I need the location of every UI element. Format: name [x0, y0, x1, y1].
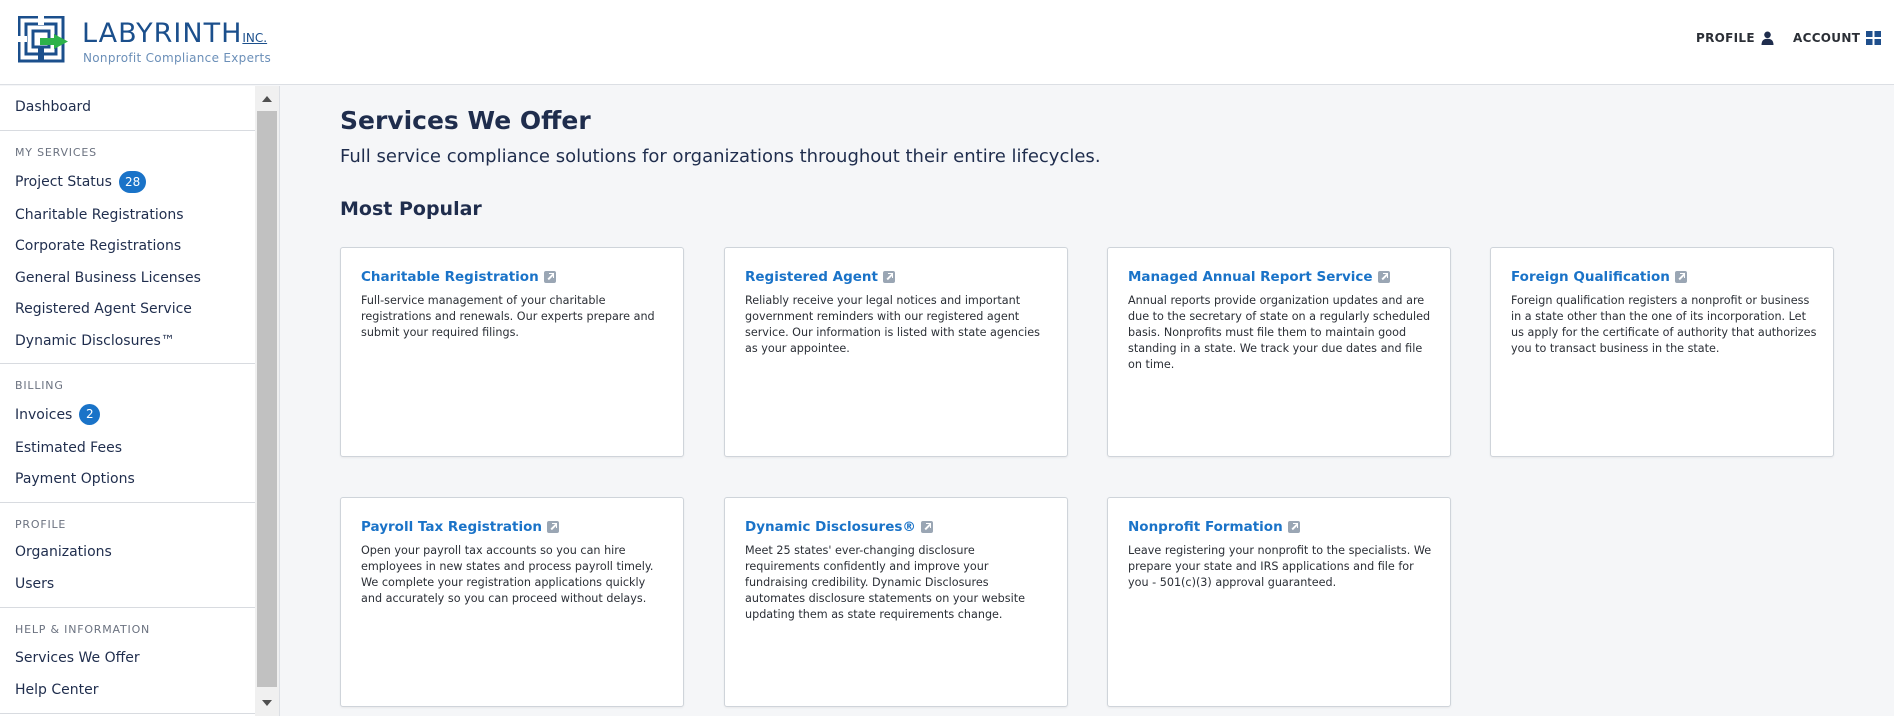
sidebar-item-label: Dynamic Disclosures™	[15, 333, 175, 349]
sidebar-item-project-status[interactable]: Project Status 28	[15, 171, 147, 193]
section-title-most-popular: Most Popular	[340, 198, 482, 220]
card-description: Meet 25 states' ever-changing disclosure…	[745, 544, 1025, 621]
sidebar-item-payment-options[interactable]: Payment Options	[15, 471, 135, 487]
sidebar-scrollbar-thumb[interactable]	[257, 111, 277, 687]
service-card-registered-agent[interactable]: Registered Agent Reliably receive your l…	[724, 247, 1068, 457]
sidebar-item-label: Invoices	[15, 406, 73, 423]
service-card-charitable-registration[interactable]: Charitable Registration Full-service man…	[340, 247, 684, 457]
card-title-link[interactable]: Dynamic Disclosures®	[745, 519, 933, 535]
external-link-icon	[1377, 271, 1390, 283]
service-card-managed-annual-report[interactable]: Managed Annual Report Service Annual rep…	[1107, 247, 1451, 457]
sidebar-scrollbar[interactable]	[255, 86, 279, 716]
card-title-link[interactable]: Payroll Tax Registration	[361, 519, 559, 535]
service-card-dynamic-disclosures[interactable]: Dynamic Disclosures® Meet 25 states' eve…	[724, 497, 1068, 707]
card-description: Full-service management of your charitab…	[361, 294, 655, 339]
sidebar-divider	[0, 502, 255, 503]
sidebar-item-corporate-registrations[interactable]: Corporate Registrations	[15, 238, 181, 254]
sidebar-item-label: Users	[15, 576, 55, 592]
sidebar-item-label: Services We Offer	[15, 650, 140, 666]
scroll-up-arrow-icon[interactable]	[262, 96, 272, 102]
external-link-icon	[920, 521, 933, 533]
sidebar-item-help-center[interactable]: Help Center	[15, 682, 99, 698]
top-header: LABYRINTHINC. Nonprofit Compliance Exper…	[0, 0, 1894, 85]
external-link-icon	[546, 521, 559, 533]
sidebar-item-dashboard[interactable]: Dashboard	[15, 99, 91, 115]
sidebar-item-registered-agent-service[interactable]: Registered Agent Service	[15, 301, 192, 317]
sidebar: Dashboard MY SERVICES Project Status 28 …	[0, 86, 280, 716]
external-link-icon	[543, 271, 556, 283]
sidebar-item-general-business-licenses[interactable]: General Business Licenses	[15, 270, 201, 286]
card-title-link[interactable]: Nonprofit Formation	[1128, 519, 1300, 535]
external-link-icon	[1674, 271, 1687, 283]
sidebar-item-label: Organizations	[15, 544, 112, 560]
card-title: Registered Agent	[745, 269, 878, 285]
grid-icon	[1866, 31, 1882, 45]
labyrinth-logo-icon	[18, 16, 68, 63]
card-title: Payroll Tax Registration	[361, 519, 542, 535]
card-title-link[interactable]: Registered Agent	[745, 269, 895, 285]
card-description: Open your payroll tax accounts so you ca…	[361, 544, 654, 605]
card-title: Managed Annual Report Service	[1128, 269, 1373, 285]
service-card-nonprofit-formation[interactable]: Nonprofit Formation Leave registering yo…	[1107, 497, 1451, 707]
card-title: Charitable Registration	[361, 269, 539, 285]
service-card-payroll-tax-registration[interactable]: Payroll Tax Registration Open your payro…	[340, 497, 684, 707]
account-label: ACCOUNT	[1793, 31, 1861, 45]
service-card-foreign-qualification[interactable]: Foreign Qualification Foreign qualificat…	[1490, 247, 1834, 457]
page-subtitle: Full service compliance solutions for or…	[340, 146, 1101, 167]
sidebar-item-services-we-offer[interactable]: Services We Offer	[15, 650, 140, 666]
card-title-link[interactable]: Foreign Qualification	[1511, 269, 1687, 285]
logo-wordmark: LABYRINTHINC.	[82, 18, 268, 49]
sidebar-item-label: Project Status	[15, 174, 112, 190]
invoices-count-badge: 2	[79, 404, 101, 425]
sidebar-item-invoices[interactable]: Invoices 2	[15, 404, 101, 425]
profile-menu-button[interactable]: PROFILE	[1696, 31, 1774, 45]
sidebar-heading-billing: BILLING	[15, 379, 64, 392]
sidebar-item-label: Corporate Registrations	[15, 238, 182, 254]
page-title: Services We Offer	[340, 106, 591, 135]
sidebar-divider	[0, 130, 255, 131]
sidebar-divider	[0, 713, 255, 714]
sidebar-item-organizations[interactable]: Organizations	[15, 544, 112, 560]
external-link-icon	[1287, 521, 1300, 533]
project-status-count-badge: 28	[118, 171, 147, 193]
card-title: Dynamic Disclosures®	[745, 519, 916, 535]
sidebar-divider	[0, 363, 255, 364]
scroll-down-arrow-icon[interactable]	[262, 700, 272, 706]
card-title-link[interactable]: Managed Annual Report Service	[1128, 269, 1390, 285]
sidebar-item-charitable-registrations[interactable]: Charitable Registrations	[15, 207, 184, 223]
sidebar-heading-my-services: MY SERVICES	[15, 146, 97, 159]
sidebar-item-users[interactable]: Users	[15, 576, 54, 592]
profile-label: PROFILE	[1696, 31, 1755, 45]
logo-tagline: Nonprofit Compliance Experts	[83, 51, 272, 65]
user-icon	[1761, 31, 1774, 45]
sidebar-item-estimated-fees[interactable]: Estimated Fees	[15, 440, 122, 456]
card-description: Foreign qualification registers a nonpro…	[1511, 294, 1817, 355]
sidebar-item-dynamic-disclosures[interactable]: Dynamic Disclosures™	[15, 333, 175, 349]
account-menu-button[interactable]: ACCOUNT	[1793, 31, 1882, 45]
external-link-icon	[883, 271, 895, 283]
logo-inc: INC.	[242, 31, 268, 45]
sidebar-item-label: Dashboard	[15, 99, 91, 115]
sidebar-item-label: Help Center	[15, 682, 99, 698]
sidebar-item-label: Estimated Fees	[15, 440, 122, 456]
card-title: Nonprofit Formation	[1128, 519, 1283, 535]
sidebar-item-label: Payment Options	[15, 471, 135, 487]
card-description: Reliably receive your legal notices and …	[745, 294, 1040, 355]
labyrinth-logo[interactable]: LABYRINTHINC. Nonprofit Compliance Exper…	[18, 16, 278, 70]
sidebar-item-label: Charitable Registrations	[15, 207, 184, 223]
sidebar-item-label: Registered Agent Service	[15, 301, 192, 317]
card-description: Annual reports provide organization upda…	[1128, 294, 1431, 371]
card-description: Leave registering your nonprofit to the …	[1128, 544, 1432, 589]
sidebar-divider	[0, 607, 255, 608]
card-title: Foreign Qualification	[1511, 269, 1670, 285]
sidebar-item-label: General Business Licenses	[15, 270, 201, 286]
card-title-link[interactable]: Charitable Registration	[361, 269, 556, 285]
sidebar-heading-profile: PROFILE	[15, 518, 67, 531]
sidebar-heading-help-information: HELP & INFORMATION	[15, 623, 151, 636]
